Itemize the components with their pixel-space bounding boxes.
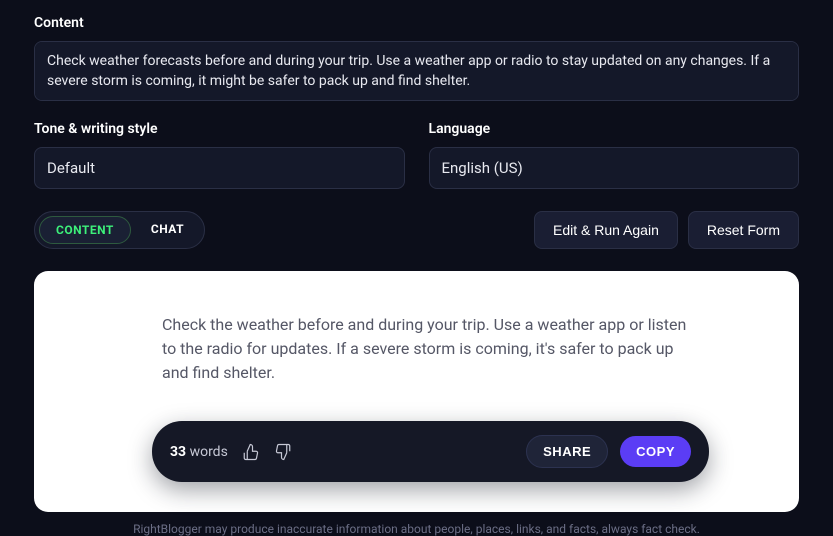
tone-value: Default <box>47 159 95 177</box>
result-card: Check the weather before and during your… <box>34 271 799 512</box>
edit-run-again-button[interactable]: Edit & Run Again <box>534 211 678 249</box>
language-label: Language <box>429 121 800 137</box>
tab-chat[interactable]: CHAT <box>135 216 200 244</box>
share-button[interactable]: SHARE <box>526 435 608 468</box>
result-footer: 33 words SHARE COPY <box>152 421 709 482</box>
thumbs-up-icon[interactable] <box>242 443 260 461</box>
content-textarea[interactable] <box>34 41 799 101</box>
word-count-label: words <box>190 444 228 460</box>
tone-select[interactable]: Default <box>34 147 405 189</box>
thumbs-down-icon[interactable] <box>274 443 292 461</box>
language-select[interactable]: English (US) <box>429 147 800 189</box>
word-count: 33 words <box>170 443 292 461</box>
language-value: English (US) <box>442 159 523 177</box>
word-count-number: 33 <box>170 444 186 460</box>
copy-button[interactable]: COPY <box>620 436 691 467</box>
tone-label: Tone & writing style <box>34 121 405 137</box>
result-text: Check the weather before and during your… <box>162 313 699 385</box>
reset-form-button[interactable]: Reset Form <box>688 211 799 249</box>
tab-content[interactable]: CONTENT <box>39 216 131 244</box>
disclaimer-text: RightBlogger may produce inaccurate info… <box>34 522 799 536</box>
tab-group: CONTENT CHAT <box>34 211 205 249</box>
content-label: Content <box>34 15 799 31</box>
